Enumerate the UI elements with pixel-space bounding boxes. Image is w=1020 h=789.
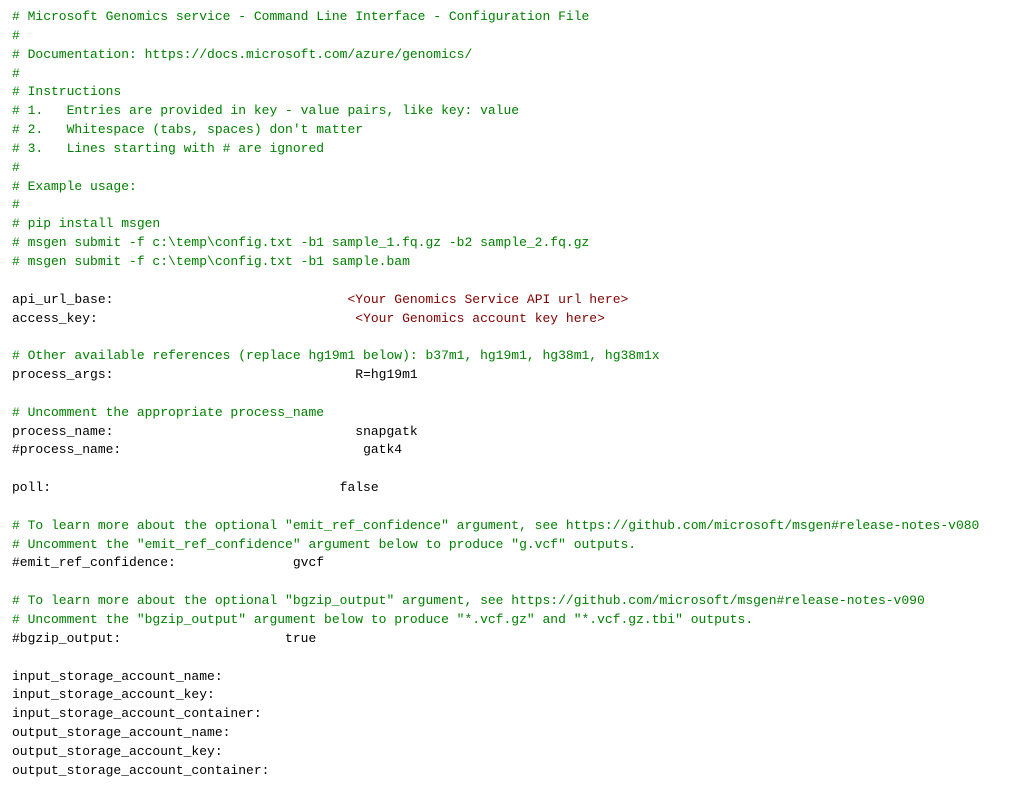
code-line <box>12 460 1008 479</box>
code-line: poll: false <box>12 479 1008 498</box>
code-line: # pip install msgen <box>12 215 1008 234</box>
code-line: api_url_base: <Your Genomics Service API… <box>12 291 1008 310</box>
code-line: # 3. Lines starting with # are ignored <box>12 140 1008 159</box>
code-line: # <box>12 196 1008 215</box>
code-line: # <box>12 65 1008 84</box>
code-line: # Uncomment the appropriate process_name <box>12 404 1008 423</box>
code-line: output_storage_account_key: <box>12 743 1008 762</box>
code-line: # Example usage: <box>12 178 1008 197</box>
code-line: # Uncomment the "emit_ref_confidence" ar… <box>12 536 1008 555</box>
code-line: #emit_ref_confidence: gvcf <box>12 554 1008 573</box>
code-line <box>12 328 1008 347</box>
code-line: # Other available references (replace hg… <box>12 347 1008 366</box>
code-line <box>12 272 1008 291</box>
code-line: #process_name: gatk4 <box>12 441 1008 460</box>
code-line: # Microsoft Genomics service - Command L… <box>12 8 1008 27</box>
code-line: # Documentation: https://docs.microsoft.… <box>12 46 1008 65</box>
code-line: # 1. Entries are provided in key - value… <box>12 102 1008 121</box>
code-line <box>12 385 1008 404</box>
code-editor: # Microsoft Genomics service - Command L… <box>0 0 1020 789</box>
code-line <box>12 649 1008 668</box>
code-line: input_storage_account_name: <box>12 668 1008 687</box>
code-line: # To learn more about the optional "bgzi… <box>12 592 1008 611</box>
code-line <box>12 573 1008 592</box>
code-line <box>12 498 1008 517</box>
code-line: # msgen submit -f c:\temp\config.txt -b1… <box>12 253 1008 272</box>
code-line: input_storage_account_key: <box>12 686 1008 705</box>
code-line: # <box>12 159 1008 178</box>
code-line: # msgen submit -f c:\temp\config.txt -b1… <box>12 234 1008 253</box>
code-line: #bgzip_output: true <box>12 630 1008 649</box>
code-line: output_storage_account_name: <box>12 724 1008 743</box>
code-line: process_args: R=hg19m1 <box>12 366 1008 385</box>
code-line: access_key: <Your Genomics account key h… <box>12 310 1008 329</box>
code-line: # <box>12 27 1008 46</box>
code-line: # Instructions <box>12 83 1008 102</box>
code-line: # Uncomment the "bgzip_output" argument … <box>12 611 1008 630</box>
code-line: input_storage_account_container: <box>12 705 1008 724</box>
code-line: output_storage_account_container: <box>12 762 1008 781</box>
code-line: # 2. Whitespace (tabs, spaces) don't mat… <box>12 121 1008 140</box>
code-line: process_name: snapgatk <box>12 423 1008 442</box>
code-line: # To learn more about the optional "emit… <box>12 517 1008 536</box>
